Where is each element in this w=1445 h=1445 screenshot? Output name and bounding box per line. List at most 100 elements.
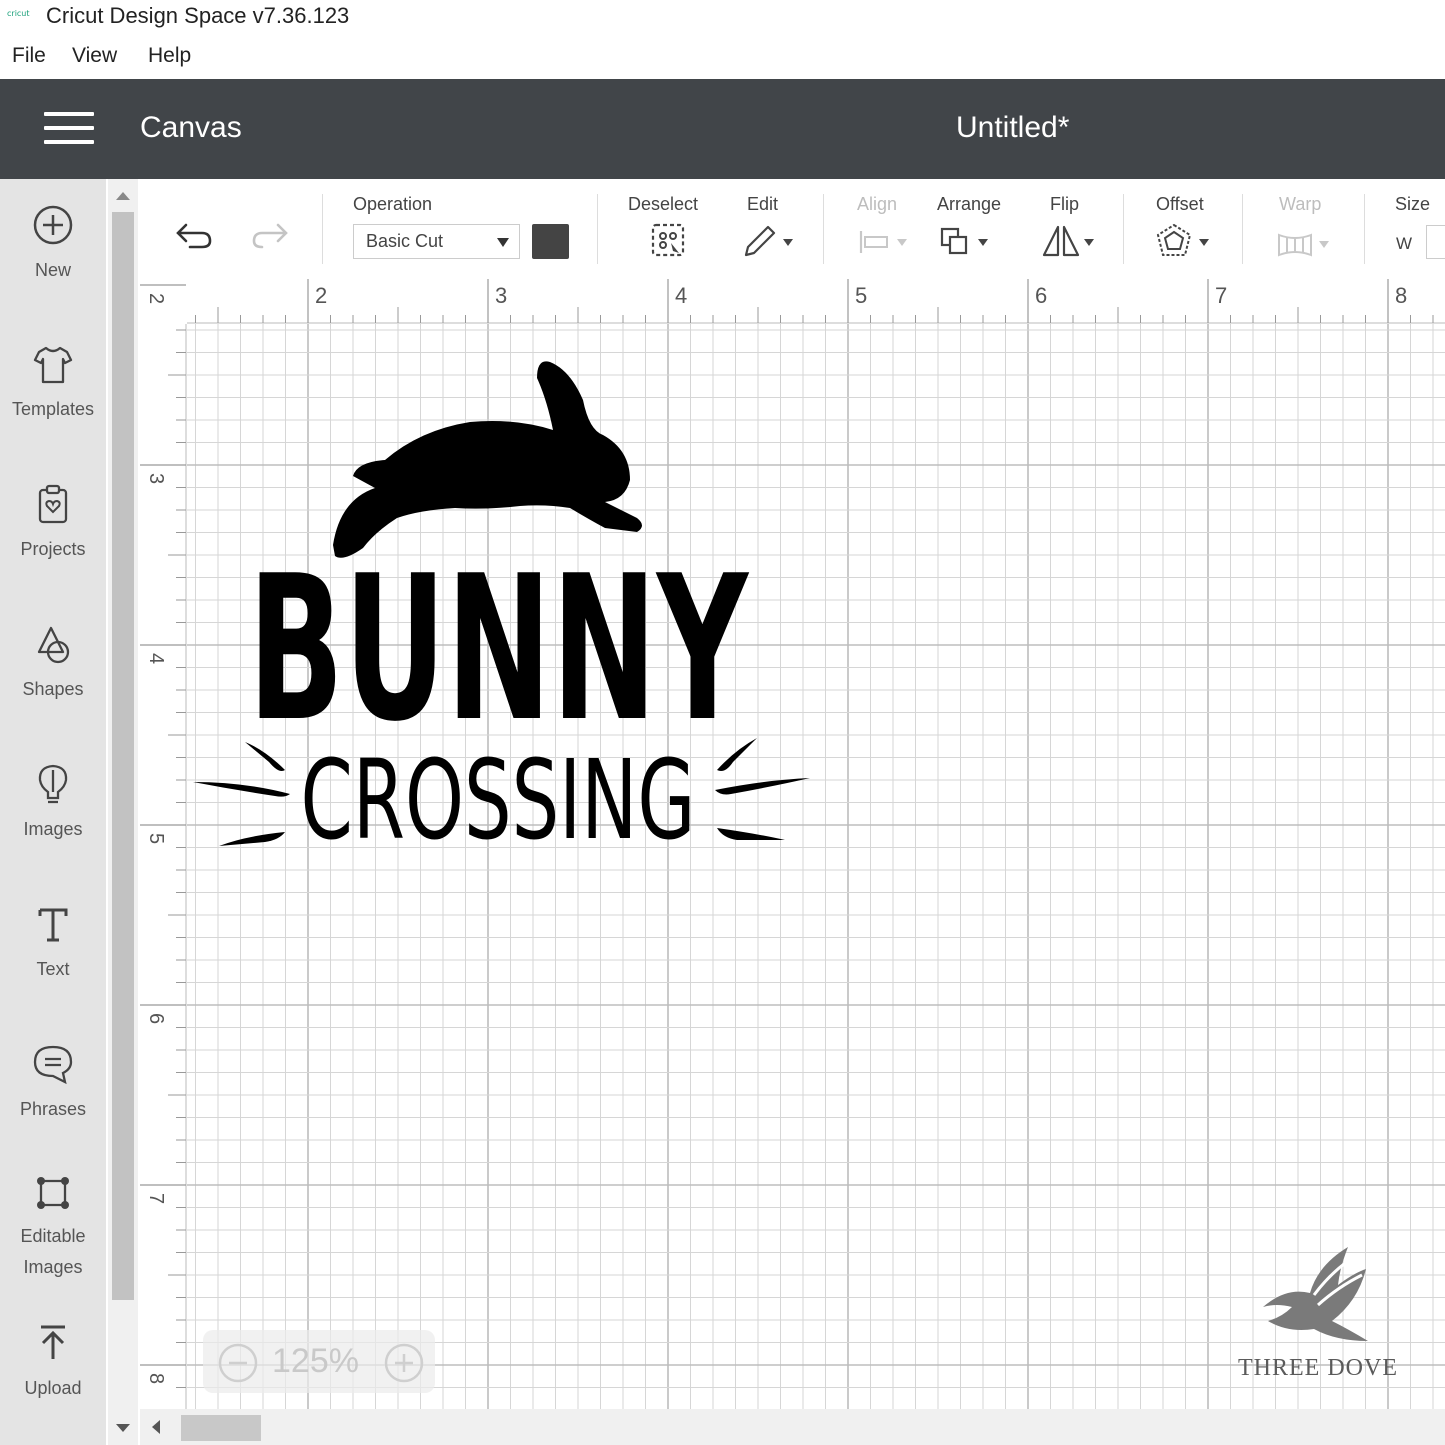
menu-file[interactable]: File bbox=[12, 44, 46, 68]
sidebar-item-new[interactable]: New bbox=[0, 203, 106, 286]
vertical-ruler: 2 3 4 5 6 7 8 bbox=[140, 279, 187, 1409]
undo-icon[interactable] bbox=[172, 217, 216, 251]
sidebar-label: Templates bbox=[11, 399, 95, 419]
horizontal-ruler: 2 3 4 5 6 7 8 bbox=[140, 279, 1445, 324]
design-line-2: CROSSING bbox=[301, 736, 696, 855]
clipboard-heart-icon bbox=[38, 484, 68, 524]
plus-circle-icon bbox=[33, 205, 73, 245]
ruler-label: 7 bbox=[145, 1193, 167, 1204]
title-bar: cricut Cricut Design Space v7.36.123 bbox=[0, 0, 1445, 36]
redo-icon[interactable] bbox=[248, 217, 292, 251]
sidebar-label: Images bbox=[23, 819, 83, 839]
menu-bar: File View Help bbox=[0, 38, 1445, 78]
ruler-label: 5 bbox=[145, 833, 167, 844]
zoom-level: 125% bbox=[272, 1342, 359, 1380]
sidebar-item-editable-images[interactable]: Editable Images bbox=[0, 1169, 106, 1283]
sidebar-item-upload[interactable]: Upload bbox=[0, 1321, 106, 1404]
flip-label: Flip bbox=[1050, 194, 1080, 214]
menu-view[interactable]: View bbox=[72, 44, 117, 68]
size-width-label: W bbox=[1396, 234, 1413, 253]
ruler-label: 3 bbox=[145, 473, 167, 484]
scroll-up-icon[interactable] bbox=[116, 192, 130, 200]
ruler-label: 4 bbox=[145, 653, 167, 664]
size-width-input[interactable] bbox=[1426, 225, 1445, 259]
toolbar-divider bbox=[322, 194, 323, 264]
speech-bubble-icon bbox=[33, 1045, 73, 1085]
scroll-left-icon[interactable] bbox=[152, 1420, 160, 1434]
sidebar-item-phrases[interactable]: Phrases bbox=[0, 1042, 106, 1125]
menu-help[interactable]: Help bbox=[148, 44, 191, 68]
sidebar-label: Text bbox=[36, 959, 70, 979]
sidebar-item-templates[interactable]: Templates bbox=[0, 342, 106, 425]
sidebar-label: Editable Images bbox=[20, 1226, 86, 1277]
zoom-control: 125% bbox=[203, 1330, 435, 1393]
hamburger-menu-icon[interactable] bbox=[44, 112, 94, 146]
edit-toolbar: Operation Basic Cut Deselect Edit Align … bbox=[140, 179, 1445, 279]
zoom-out-icon[interactable] bbox=[217, 1342, 259, 1384]
operation-select[interactable]: Basic Cut bbox=[353, 224, 520, 259]
edit-pencil-icon[interactable] bbox=[740, 221, 798, 261]
toolbar-divider bbox=[597, 194, 598, 264]
toolbar-divider bbox=[1364, 194, 1365, 264]
sidebar-label: New bbox=[34, 260, 71, 280]
sidebar-item-images[interactable]: Images bbox=[0, 762, 106, 845]
watermark-text: THREE DOVE bbox=[1238, 1355, 1398, 1381]
warp-icon bbox=[1278, 233, 1329, 257]
vertical-scroll-thumb[interactable] bbox=[112, 212, 134, 1300]
editable-image-icon bbox=[37, 1177, 69, 1209]
sidebar-item-shapes[interactable]: Shapes bbox=[0, 622, 106, 705]
dove-logo-icon bbox=[1263, 1247, 1368, 1341]
toolbar-divider bbox=[1242, 194, 1243, 264]
app-header: Canvas Untitled* bbox=[0, 79, 1445, 179]
warp-label: Warp bbox=[1279, 194, 1322, 214]
offset-icon[interactable] bbox=[1155, 221, 1215, 261]
size-label: Size bbox=[1395, 194, 1431, 214]
text-t-icon bbox=[38, 908, 68, 942]
sidebar-item-projects[interactable]: Projects bbox=[0, 482, 106, 565]
edit-label: Edit bbox=[747, 194, 779, 214]
sidebar-label: Phrases bbox=[19, 1099, 87, 1119]
document-title[interactable]: Untitled* bbox=[956, 111, 1069, 145]
ruler-label: 6 bbox=[1035, 283, 1047, 308]
design-line-1: BUNNY bbox=[248, 533, 749, 766]
offset-label: Offset bbox=[1156, 194, 1204, 214]
sidebar-item-text[interactable]: Text bbox=[0, 902, 106, 985]
ruler-label: 5 bbox=[855, 283, 867, 308]
operation-value: Basic Cut bbox=[366, 231, 444, 251]
operation-label: Operation bbox=[353, 194, 433, 214]
arrange-label: Arrange bbox=[937, 194, 1002, 214]
align-icon bbox=[859, 231, 907, 253]
horizontal-scrollbar[interactable] bbox=[140, 1409, 1445, 1445]
align-label: Align bbox=[857, 194, 898, 214]
scroll-down-icon[interactable] bbox=[116, 1424, 130, 1432]
sidebar-label: Upload bbox=[24, 1378, 82, 1398]
ruler-label: 6 bbox=[145, 1013, 167, 1024]
deselect-label: Deselect bbox=[628, 194, 699, 214]
zoom-in-icon[interactable] bbox=[383, 1342, 425, 1384]
shapes-icon bbox=[37, 626, 70, 664]
flip-icon[interactable] bbox=[1040, 221, 1102, 261]
section-title: Canvas bbox=[140, 111, 242, 144]
horizontal-scroll-thumb[interactable] bbox=[181, 1415, 261, 1441]
toolbar-divider bbox=[823, 194, 824, 264]
upload-icon bbox=[41, 1325, 65, 1359]
bunny-crossing-design[interactable]: BUNNY CROSSING bbox=[185, 350, 825, 855]
left-sidebar: New Templates Projects Shapes Images Tex… bbox=[0, 179, 106, 1445]
sidebar-label: Shapes bbox=[22, 679, 84, 699]
window-title: Cricut Design Space v7.36.123 bbox=[46, 3, 350, 28]
arrange-icon[interactable] bbox=[938, 221, 996, 261]
bunny-silhouette bbox=[333, 361, 642, 558]
app-logo-icon: cricut bbox=[7, 9, 30, 18]
ruler-label: 8 bbox=[145, 1373, 167, 1384]
toolbar-divider bbox=[1123, 194, 1124, 264]
ruler-label: 2 bbox=[315, 283, 327, 308]
ruler-label: 4 bbox=[675, 283, 687, 308]
lightbulb-icon bbox=[38, 764, 68, 804]
color-swatch[interactable] bbox=[532, 224, 569, 259]
ruler-label: 7 bbox=[1215, 283, 1227, 308]
tshirt-icon bbox=[33, 346, 73, 384]
chevron-down-icon bbox=[497, 238, 509, 247]
ruler-label: 2 bbox=[145, 293, 167, 304]
ruler-label: 8 bbox=[1395, 283, 1407, 308]
deselect-icon[interactable] bbox=[649, 221, 689, 261]
